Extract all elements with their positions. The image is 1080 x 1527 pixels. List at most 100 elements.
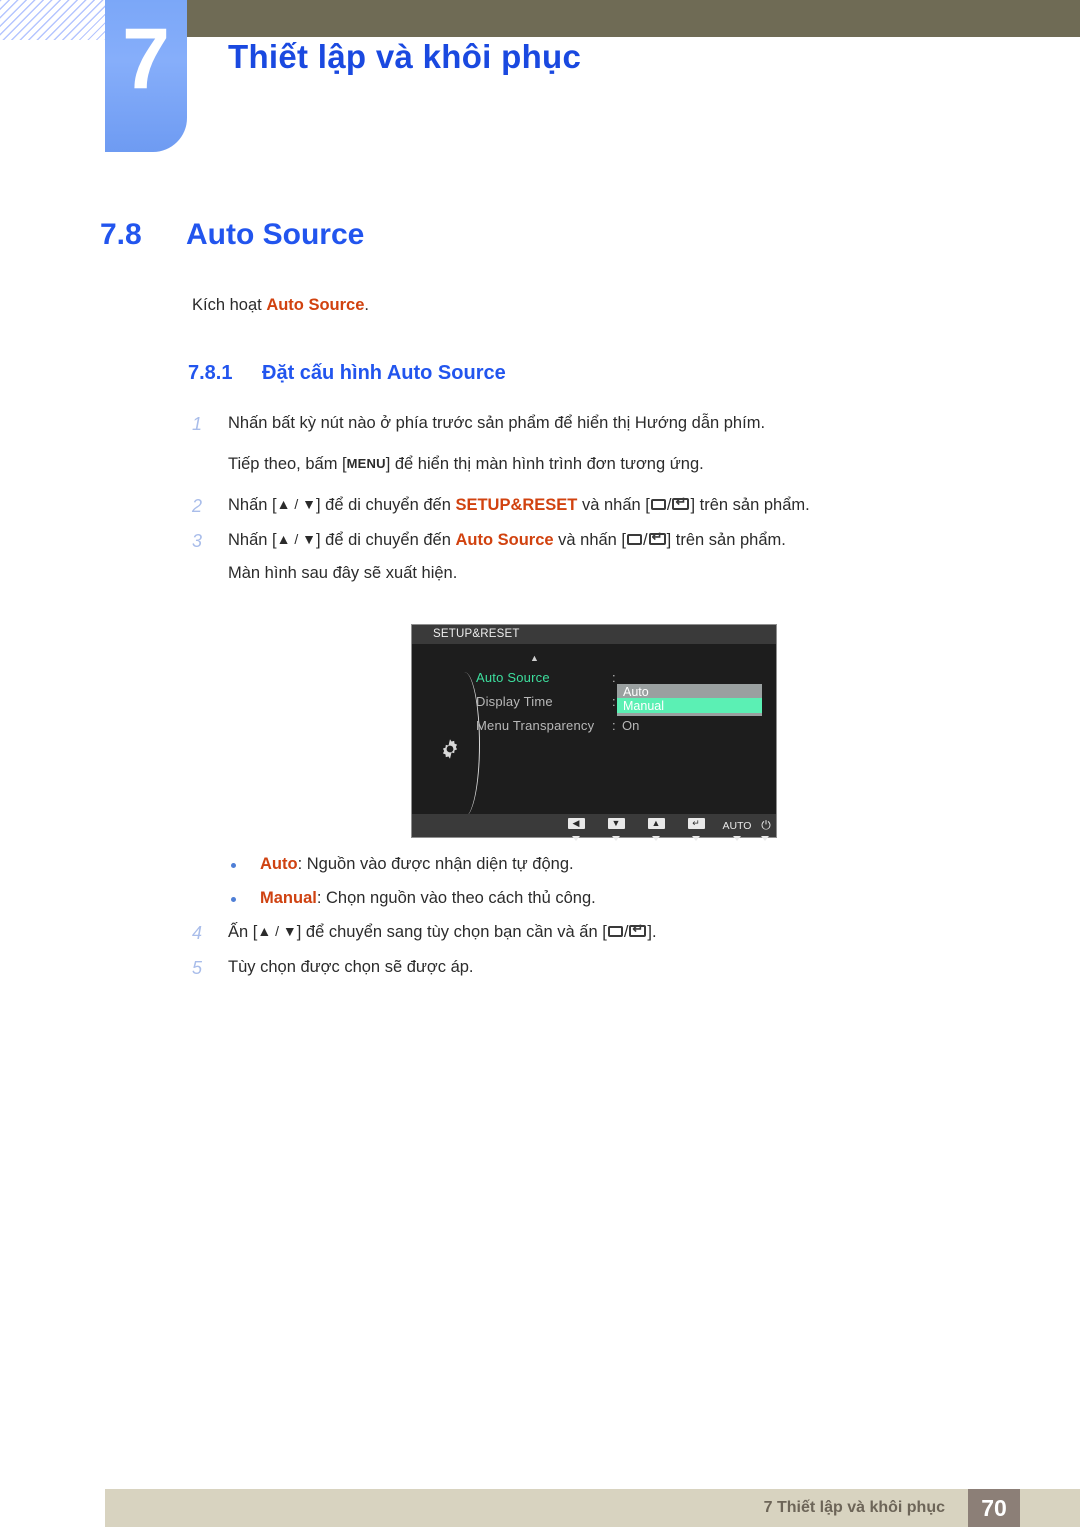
chapter-number: 7	[122, 11, 170, 107]
osd-menu-screenshot: SETUP&RESET ▲ Auto Source : Display Time…	[411, 624, 777, 841]
step-5: 5 Tùy chọn được chọn sẽ được áp.	[192, 958, 474, 978]
step-3-post: ] trên sản phẩm.	[666, 531, 786, 549]
osd-row-label-menu-transparency[interactable]: Menu Transparency	[476, 718, 594, 733]
osd-button-down-marker	[761, 836, 769, 841]
step-2-number: 2	[192, 496, 203, 516]
section-title-text: Auto Source	[186, 218, 365, 251]
up-arrow-icon: ▲	[647, 818, 665, 829]
bullet-item-manual: Manual: Chọn nguồn vào theo cách thủ côn…	[231, 889, 596, 908]
step-1-number: 1	[192, 414, 203, 434]
osd-row-colon: :	[612, 694, 616, 709]
osd-button-down-marker	[572, 836, 580, 841]
bullet-text-manual: : Chọn nguồn vào theo cách thủ công.	[316, 889, 596, 907]
osd-row-label-auto-source[interactable]: Auto Source	[476, 670, 550, 685]
subsection-title-text: Đặt cấu hình Auto Source	[262, 362, 506, 384]
osd-footer-toolbar: ◀ ▼ ▲ ↵ AUTO ⏻	[412, 814, 776, 841]
step-4-mid: ] để chuyển sang tùy chọn bạn cần và ấn …	[296, 923, 607, 941]
header-olive-bar	[184, 0, 1080, 37]
subsection-number: 7.8.1	[188, 362, 233, 384]
step-2-mid: ] để di chuyển đến	[316, 496, 456, 514]
step-2-pre: Nhấn [	[228, 496, 277, 514]
osd-header: SETUP&RESET	[412, 625, 776, 644]
chapter-title: Thiết lập và khôi phục	[228, 38, 582, 75]
step-2-mid2: và nhấn [	[577, 496, 650, 514]
page-number: 70	[981, 1495, 1007, 1521]
chapter-badge: 7	[105, 0, 187, 152]
intro-suffix: .	[364, 296, 369, 314]
step-3-mid: ] để di chuyển đến	[316, 531, 456, 549]
osd-button-down-marker	[652, 836, 660, 841]
step-2: 2 Nhấn [▲ / ▼] để di chuyển đến SETUP&RE…	[192, 495, 810, 516]
osd-button-down-marker	[612, 836, 620, 841]
osd-body: ▲ Auto Source : Display Time : Menu Tran…	[412, 644, 776, 817]
decorative-hatch-pattern	[0, 0, 108, 40]
osd-dropdown[interactable]: Auto Manual	[617, 684, 762, 716]
enter-key-icon	[648, 530, 666, 545]
power-icon: ⏻	[761, 818, 771, 832]
step-3-continuation: Màn hình sau đây sẽ xuất hiện.	[228, 564, 458, 582]
step-1-cont-suffix: ] để hiển thị màn hình trình đơn tương ứ…	[385, 455, 704, 473]
step-3: 3 Nhấn [▲ / ▼] để di chuyển đến Auto Sou…	[192, 530, 786, 551]
osd-button-auto[interactable]: AUTO	[717, 816, 757, 841]
step-5-text: Tùy chọn được chọn sẽ được áp.	[228, 958, 474, 976]
step-5-number: 5	[192, 958, 203, 978]
step-3-number: 3	[192, 531, 203, 551]
up-down-arrows-icon: ▲ / ▼	[276, 496, 317, 512]
source-rect-icon	[627, 534, 643, 545]
source-rect-icon	[650, 499, 666, 510]
source-rect-icon	[607, 926, 623, 937]
osd-button-power[interactable]: ⏻	[754, 816, 776, 841]
intro-prefix: Kích hoạt	[192, 296, 267, 314]
osd-row-colon: :	[612, 718, 616, 733]
step-2-keyword: SETUP&RESET	[455, 496, 578, 514]
down-arrow-icon: ▼	[607, 818, 625, 829]
document-page: 7 Thiết lập và khôi phục 7.8 Auto Source …	[0, 0, 1080, 1527]
intro-keyword: Auto Source	[266, 296, 365, 314]
bullet-keyword-manual: Manual	[260, 889, 317, 907]
bullet-dot	[231, 897, 236, 902]
enter-key-icon	[629, 922, 647, 937]
osd-row-colon: :	[612, 670, 616, 685]
footer-text: 7 Thiết lập và khôi phục	[763, 1499, 945, 1516]
step-4-number: 4	[192, 923, 203, 943]
osd-button-left[interactable]: ◀	[562, 816, 590, 841]
step-3-keyword: Auto Source	[455, 531, 554, 549]
osd-button-enter[interactable]: ↵	[682, 816, 710, 841]
osd-dropdown-option-auto[interactable]: Auto	[623, 685, 649, 699]
osd-button-up[interactable]: ▲	[642, 816, 670, 841]
menu-key-label: MENU	[346, 456, 386, 471]
step-4: 4 Ấn [▲ / ▼] để chuyển sang tùy chọn bạn…	[192, 922, 657, 943]
page-title: 7.8 Auto Source	[100, 218, 364, 252]
osd-title: SETUP&RESET	[433, 628, 520, 640]
page-number-box: 70	[968, 1489, 1020, 1527]
osd-auto-label: AUTO	[722, 820, 752, 832]
bullet-keyword-auto: Auto	[260, 855, 298, 873]
osd-dropdown-option-manual[interactable]: Manual	[623, 699, 664, 713]
step-4-post: ].	[647, 923, 657, 941]
section-number: 7.8	[100, 218, 142, 251]
bullet-dot	[231, 863, 236, 868]
subsection-title: 7.8.1 Đặt cấu hình Auto Source	[188, 362, 506, 385]
step-3-mid2: và nhấn [	[553, 531, 627, 549]
osd-button-down[interactable]: ▼	[602, 816, 630, 841]
osd-row-label-display-time[interactable]: Display Time	[476, 694, 553, 709]
osd-button-down-marker	[733, 836, 741, 841]
osd-scroll-up-icon: ▲	[530, 653, 539, 663]
step-4-pre: Ấn [	[228, 923, 258, 941]
bullet-item-auto: Auto: Nguồn vào được nhận diện tự động.	[231, 855, 574, 874]
step-2-post: ] trên sản phẩm.	[690, 496, 810, 514]
left-arrow-icon: ◀	[567, 818, 585, 829]
bullet-text-auto: : Nguồn vào được nhận diện tự động.	[297, 855, 574, 873]
intro-paragraph: Kích hoạt Auto Source.	[192, 296, 369, 315]
step-3-pre: Nhấn [	[228, 531, 277, 549]
enter-key-icon: ↵	[687, 818, 705, 829]
step-1-cont-prefix: Tiếp theo, bấm [	[228, 455, 347, 473]
step-1-text: Nhấn bất kỳ nút nào ở phía trước sản phẩ…	[228, 414, 766, 432]
step-1: 1 Nhấn bất kỳ nút nào ở phía trước sản p…	[192, 414, 766, 434]
up-down-arrows-icon: ▲ / ▼	[257, 923, 297, 939]
osd-row-value-menu-transparency: On	[622, 718, 640, 733]
step-1-continuation: Tiếp theo, bấm [MENU] để hiển thị màn hì…	[228, 455, 704, 474]
osd-button-down-marker	[692, 836, 700, 841]
up-down-arrows-icon: ▲ / ▼	[276, 531, 317, 547]
enter-key-icon	[672, 495, 690, 510]
